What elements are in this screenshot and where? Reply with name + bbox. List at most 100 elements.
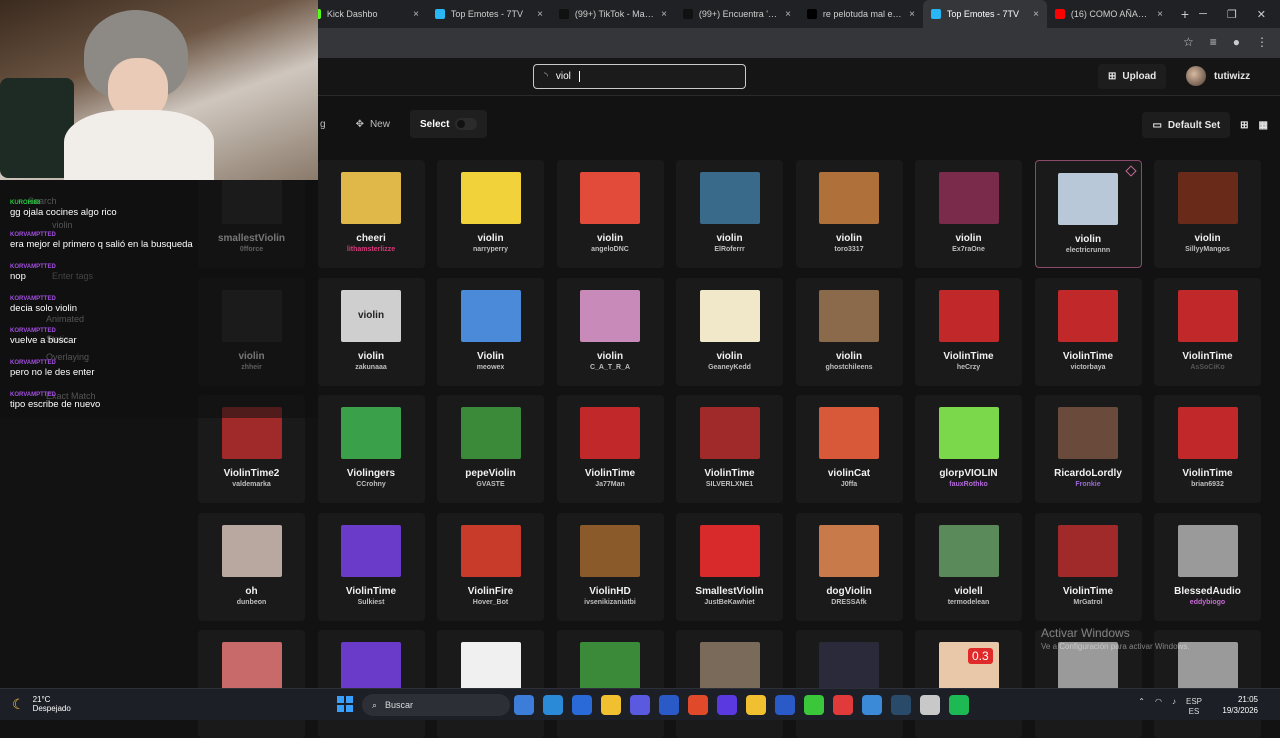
emote-card[interactable]: Violingers CCrohny [317, 395, 425, 503]
emote-card[interactable]: ViolinTime Ja77Man [556, 395, 664, 503]
volume-icon[interactable]: ♪ [1172, 697, 1176, 717]
emote-card[interactable]: ViolinTime brian6932 [1154, 395, 1261, 503]
pinned-app-icon[interactable] [862, 695, 882, 715]
emote-image [938, 407, 999, 459]
grid-large-icon[interactable]: ⊞ [1240, 120, 1248, 131]
emote-card[interactable]: violin Ex7raOne [915, 160, 1022, 268]
tab-close-icon[interactable]: × [537, 9, 543, 20]
emote-card[interactable]: ViolinTime AsSoCiKo [1154, 277, 1261, 386]
emote-card[interactable]: violin narryperry [437, 160, 544, 268]
close-window-icon[interactable]: ✕ [1257, 8, 1266, 21]
emote-card[interactable]: pepeViolin GVASTE [437, 395, 544, 503]
emote-card[interactable]: violin C_A_T_R_A [556, 277, 664, 386]
pinned-app-icon[interactable] [920, 695, 940, 715]
emote-card[interactable] [795, 630, 903, 738]
select-toggle[interactable]: Select [409, 110, 488, 138]
browser-tab[interactable]: re pelotuda mal en X × [799, 0, 923, 28]
emote-card[interactable]: violin angeloDNC [556, 160, 664, 268]
emote-card[interactable]: violin SillyyMangos [1154, 160, 1261, 268]
bookmark-star-icon[interactable]: ☆ [1183, 35, 1194, 49]
browser-tab[interactable]: (99+) Encuentra 'tutiw × [675, 0, 799, 28]
maximize-icon[interactable]: ❐ [1227, 8, 1237, 21]
new-filter-button[interactable]: ✥ New [346, 110, 400, 138]
emote-card[interactable] [198, 630, 305, 738]
emote-card[interactable]: violin electricrunnn [1034, 160, 1142, 268]
default-set-button[interactable]: ▭ Default Set [1142, 112, 1231, 138]
pinned-app-icon[interactable] [543, 695, 563, 715]
emote-card[interactable]: violin violin zakunaaa [317, 277, 425, 386]
emote-card[interactable]: RicardoLordly Fronkie [1034, 395, 1142, 503]
browser-tab[interactable]: Kick Dashbo × [303, 0, 427, 28]
emote-card[interactable] [437, 630, 544, 738]
emote-card[interactable]: ViolinTime heCrzy [915, 277, 1022, 386]
pinned-app-icon[interactable] [949, 695, 969, 715]
emote-card[interactable] [317, 630, 425, 738]
emote-card[interactable]: glorpVIOLIN fauxRothko [915, 395, 1022, 503]
grid-small-icon[interactable]: ▦ [1259, 120, 1268, 131]
browser-tab[interactable]: (99+) TikTok - Make Y × [551, 0, 675, 28]
emote-image [580, 642, 640, 694]
emote-card[interactable]: violin ElRoferrr [676, 160, 783, 268]
user-menu[interactable]: tutiwizz [1186, 66, 1250, 86]
emote-card[interactable] [915, 630, 1022, 738]
emote-card[interactable]: ViolinTime victorbaya [1034, 277, 1142, 386]
chat-username: KORVAMPTTED [10, 264, 56, 270]
emote-card[interactable]: SmallestViolin JustBeKawhiet [676, 512, 783, 621]
emote-card[interactable]: violinCat J0ffa [795, 395, 903, 503]
emote-card[interactable]: ViolinFire Hover_Bot [437, 512, 544, 621]
emote-card[interactable]: BlessedAudio eddybiogo [1154, 512, 1261, 621]
pinned-app-icon[interactable] [833, 695, 853, 715]
emote-card[interactable]: cheeri lithamsterlizze [317, 160, 425, 268]
tab-close-icon[interactable]: × [661, 9, 667, 20]
pinned-app-icon[interactable] [630, 695, 650, 715]
pinned-app-icon[interactable] [891, 695, 911, 715]
weather-widget[interactable]: ☾ 21°C Despejado [12, 695, 71, 713]
chat-message: KORVAMPTTED vuelve a buscar [10, 328, 310, 346]
pinned-app-icon[interactable] [717, 695, 737, 715]
emote-card[interactable]: violin toro3317 [795, 160, 903, 268]
extensions-icon[interactable]: ≡ [1210, 35, 1217, 49]
emote-name: glorpVIOLIN [939, 468, 998, 479]
emote-card[interactable] [676, 630, 783, 738]
windows-start-icon[interactable] [337, 696, 353, 712]
emote-card[interactable]: ViolinTime Sulkiest [317, 512, 425, 621]
pinned-app-icon[interactable] [746, 695, 766, 715]
tab-close-icon[interactable]: × [785, 9, 791, 20]
new-tab-button[interactable]: + [1171, 6, 1199, 22]
emote-card[interactable]: Violin meowex [437, 277, 544, 386]
emote-card[interactable]: violell termodelean [915, 512, 1022, 621]
pinned-app-icon[interactable] [601, 695, 621, 715]
profile-icon[interactable]: ● [1233, 35, 1240, 49]
emote-card[interactable]: ViolinTime SILVERLXNE1 [676, 395, 783, 503]
emote-card[interactable]: oh dunbeon [198, 512, 305, 621]
pinned-app-icon[interactable] [688, 695, 708, 715]
lang-code[interactable]: ESP [1186, 697, 1202, 707]
tab-close-icon[interactable]: × [909, 9, 915, 20]
emote-card[interactable]: dogViolin DRESSAfk [795, 512, 903, 621]
emote-card[interactable]: ViolinTime MrGatrol [1034, 512, 1142, 621]
pinned-app-icon[interactable] [775, 695, 795, 715]
pinned-app-icon[interactable] [659, 695, 679, 715]
tab-close-icon[interactable]: × [1033, 9, 1039, 20]
select-switch[interactable] [455, 118, 478, 130]
tray-chevron-icon[interactable]: ⌃ [1138, 697, 1145, 717]
browser-tab[interactable]: Top Emotes - 7TV × [427, 0, 551, 28]
emote-card[interactable]: ViolinHD ivsenikizaniatbi [556, 512, 664, 621]
tab-close-icon[interactable]: × [1157, 9, 1163, 20]
emote-card[interactable]: violin GeaneyKedd [676, 277, 783, 386]
browser-tab[interactable]: (16) COMO AÑADIR × [1047, 0, 1171, 28]
emote-search-input[interactable]: ◝ viol [533, 64, 746, 89]
browser-tab[interactable]: Top Emotes - 7TV × [922, 0, 1047, 28]
pinned-app-icon[interactable] [572, 695, 592, 715]
pinned-app-icon[interactable] [804, 695, 824, 715]
taskbar-search[interactable]: ⌕ Buscar [362, 694, 510, 716]
tab-close-icon[interactable]: × [413, 9, 419, 20]
wifi-icon[interactable]: ◠ [1155, 697, 1162, 717]
menu-icon[interactable]: ⋮ [1256, 35, 1268, 49]
upload-button[interactable]: ⊞ Upload [1098, 64, 1167, 89]
clock[interactable]: 21:05 19/3/2026 [1222, 694, 1258, 716]
minimize-icon[interactable]: ─ [1199, 8, 1207, 21]
emote-card[interactable] [556, 630, 664, 738]
emote-card[interactable]: violin ghostchileens [795, 277, 903, 386]
pinned-app-icon[interactable] [514, 695, 534, 715]
